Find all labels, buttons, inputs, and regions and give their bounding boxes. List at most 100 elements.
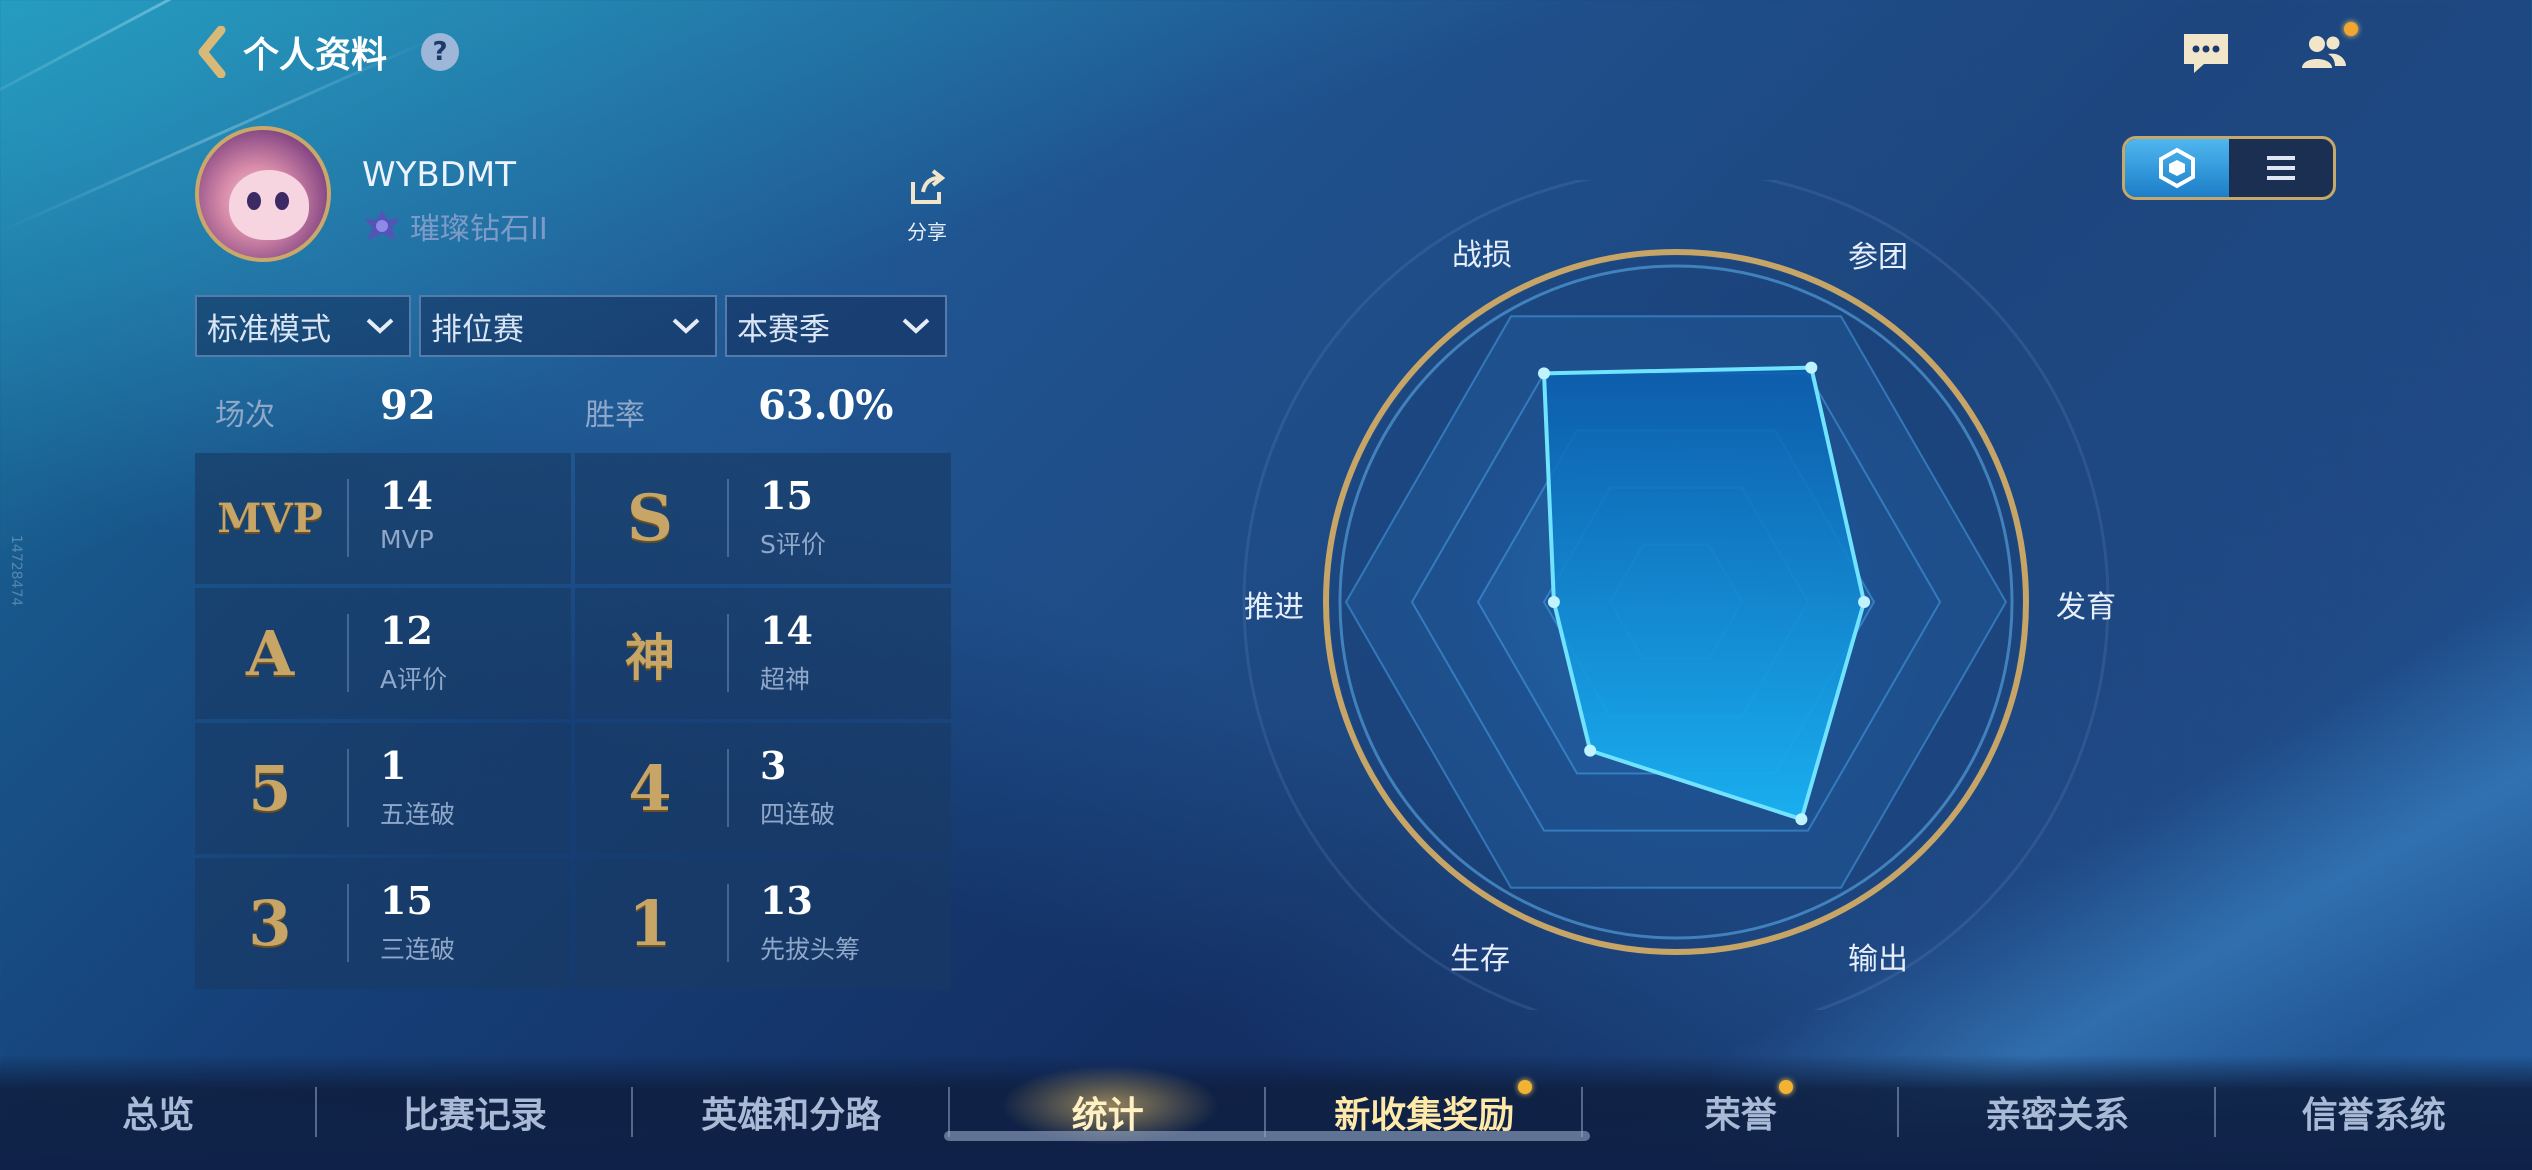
tab-label: 信誉系统 — [2301, 1095, 2446, 1136]
radar-point-4 — [1584, 744, 1597, 757]
stat-label: A评价 — [380, 665, 448, 694]
chat-icon[interactable] — [2178, 24, 2234, 80]
username: WYBDMT — [362, 155, 516, 195]
list-view-button[interactable] — [2229, 139, 2333, 197]
stat-label: S评价 — [760, 530, 826, 559]
stat-cell-mvp: MVP 14 MVP — [195, 453, 571, 584]
stat-cell-triple-kill: 3 15 三连破 — [195, 858, 571, 989]
radar-view-button[interactable] — [2125, 139, 2229, 197]
notification-dot — [1778, 1080, 1793, 1094]
stat-label: 三连破 — [380, 935, 456, 964]
tab-credit-system[interactable]: 信誉系统 — [2216, 1077, 2532, 1147]
stat-label: 五连破 — [380, 800, 456, 829]
divider — [347, 614, 349, 692]
tab-label: 比赛记录 — [402, 1095, 547, 1136]
radar-label-push: 推进 — [1244, 590, 1304, 625]
triple-kill-icon: 3 — [248, 887, 292, 960]
avatar[interactable] — [195, 126, 331, 262]
chevron-down-icon — [672, 318, 700, 334]
season-dropdown-value: 本赛季 — [737, 311, 830, 348]
tab-heroes-lanes[interactable]: 英雄和分路 — [633, 1077, 950, 1147]
stat-cell-first-blood: 1 13 先拔头筹 — [575, 858, 951, 989]
stat-label: 四连破 — [760, 800, 836, 829]
bottom-nav: 总览 比赛记录 英雄和分路 统计 新收集奖励 荣誉 亲密关系 信誉系统 — [0, 1055, 2532, 1170]
stat-cell-a-rating: A 12 A评价 — [195, 588, 571, 719]
avatar-detail — [247, 192, 261, 210]
tab-label: 英雄和分路 — [701, 1095, 882, 1136]
radar-point-3 — [1795, 813, 1808, 826]
divider — [347, 884, 349, 962]
stat-label: 先拔头筹 — [760, 935, 861, 964]
summary-row: 场次 92 胜率 63.0% — [195, 378, 947, 440]
side-id-text: 14728474 — [8, 535, 24, 607]
stats-grid: MVP 14 MVP S 15 S评价 A 12 A评价 神 14 超神 5 1… — [195, 453, 951, 989]
chevron-down-icon — [902, 318, 930, 334]
list-view-icon — [2267, 156, 2295, 180]
tab-honor[interactable]: 荣誉 — [1583, 1077, 1899, 1147]
radar-point-1 — [1805, 361, 1818, 374]
winrate-value: 63.0% — [758, 382, 894, 429]
friends-button[interactable] — [2296, 22, 2358, 80]
share-button[interactable]: 分享 — [900, 168, 954, 245]
stat-label: 超神 — [760, 665, 811, 694]
match-type-dropdown-value: 排位赛 — [431, 311, 524, 348]
stat-value: 14 — [380, 473, 433, 518]
notification-dot — [1518, 1080, 1533, 1094]
avatar-image — [229, 170, 309, 240]
match-type-dropdown[interactable]: 排位赛 — [419, 295, 717, 357]
radar-label-damage-taken: 战损 — [1452, 238, 1512, 273]
back-arrow-icon[interactable] — [195, 26, 229, 78]
top-icons — [2178, 22, 2358, 80]
games-value: 92 — [380, 382, 436, 429]
divider — [727, 749, 729, 827]
divider — [727, 479, 729, 557]
penta-kill-icon: 5 — [248, 752, 292, 825]
help-icon[interactable]: ? — [421, 33, 460, 71]
winrate-label: 胜率 — [585, 398, 645, 433]
stat-value: 12 — [380, 608, 433, 653]
radar-label-damage: 输出 — [1848, 942, 1908, 977]
header: 个人资料 ? — [195, 22, 460, 82]
radar-svg — [1242, 168, 2110, 1036]
nav-scrollbar[interactable] — [944, 1131, 1590, 1141]
mode-dropdown[interactable]: 标准模式 — [195, 295, 411, 357]
mvp-icon: MVP — [217, 495, 323, 542]
tab-match-history[interactable]: 比赛记录 — [317, 1077, 633, 1147]
first-blood-icon: 1 — [628, 887, 672, 960]
divider — [347, 479, 349, 557]
radar-point-5 — [1547, 596, 1560, 608]
tab-label: 亲密关系 — [1985, 1095, 2130, 1136]
stat-value: 1 — [380, 743, 407, 788]
stat-cell-quadra-kill: 4 3 四连破 — [575, 723, 951, 854]
mode-dropdown-value: 标准模式 — [207, 311, 331, 348]
divider — [727, 884, 729, 962]
tab-label: 新收集奖励 — [1334, 1095, 1515, 1136]
tab-label: 荣誉 — [1704, 1095, 1777, 1136]
radar-view-icon — [2159, 147, 2195, 189]
stat-value: 14 — [760, 608, 813, 653]
stat-label: MVP — [380, 525, 434, 554]
chevron-down-icon — [366, 318, 394, 334]
stat-cell-penta-kill: 5 1 五连破 — [195, 723, 571, 854]
filter-bar: 标准模式 排位赛 本赛季 — [195, 295, 947, 357]
quadra-kill-icon: 4 — [628, 752, 672, 825]
season-dropdown[interactable]: 本赛季 — [725, 295, 947, 357]
divider — [727, 614, 729, 692]
rank-label: 璀璨钻石II — [410, 212, 548, 247]
stat-value: 15 — [760, 473, 813, 518]
share-icon — [911, 169, 946, 204]
tab-overview[interactable]: 总览 — [0, 1077, 317, 1147]
legendary-icon: 神 — [625, 627, 675, 687]
friends-icon — [2302, 36, 2346, 68]
radar-point-2 — [1858, 596, 1871, 608]
rank-badge-icon — [364, 210, 400, 240]
divider — [347, 749, 349, 827]
radar-point-0 — [1538, 367, 1550, 380]
avatar-detail — [275, 192, 289, 210]
games-label: 场次 — [215, 398, 275, 433]
s-rating-icon: S — [626, 481, 674, 556]
radar-label-survival: 生存 — [1450, 942, 1510, 977]
tab-relationships[interactable]: 亲密关系 — [1899, 1077, 2216, 1147]
view-toggle[interactable] — [2122, 136, 2336, 200]
stat-cell-legendary: 神 14 超神 — [575, 588, 951, 719]
